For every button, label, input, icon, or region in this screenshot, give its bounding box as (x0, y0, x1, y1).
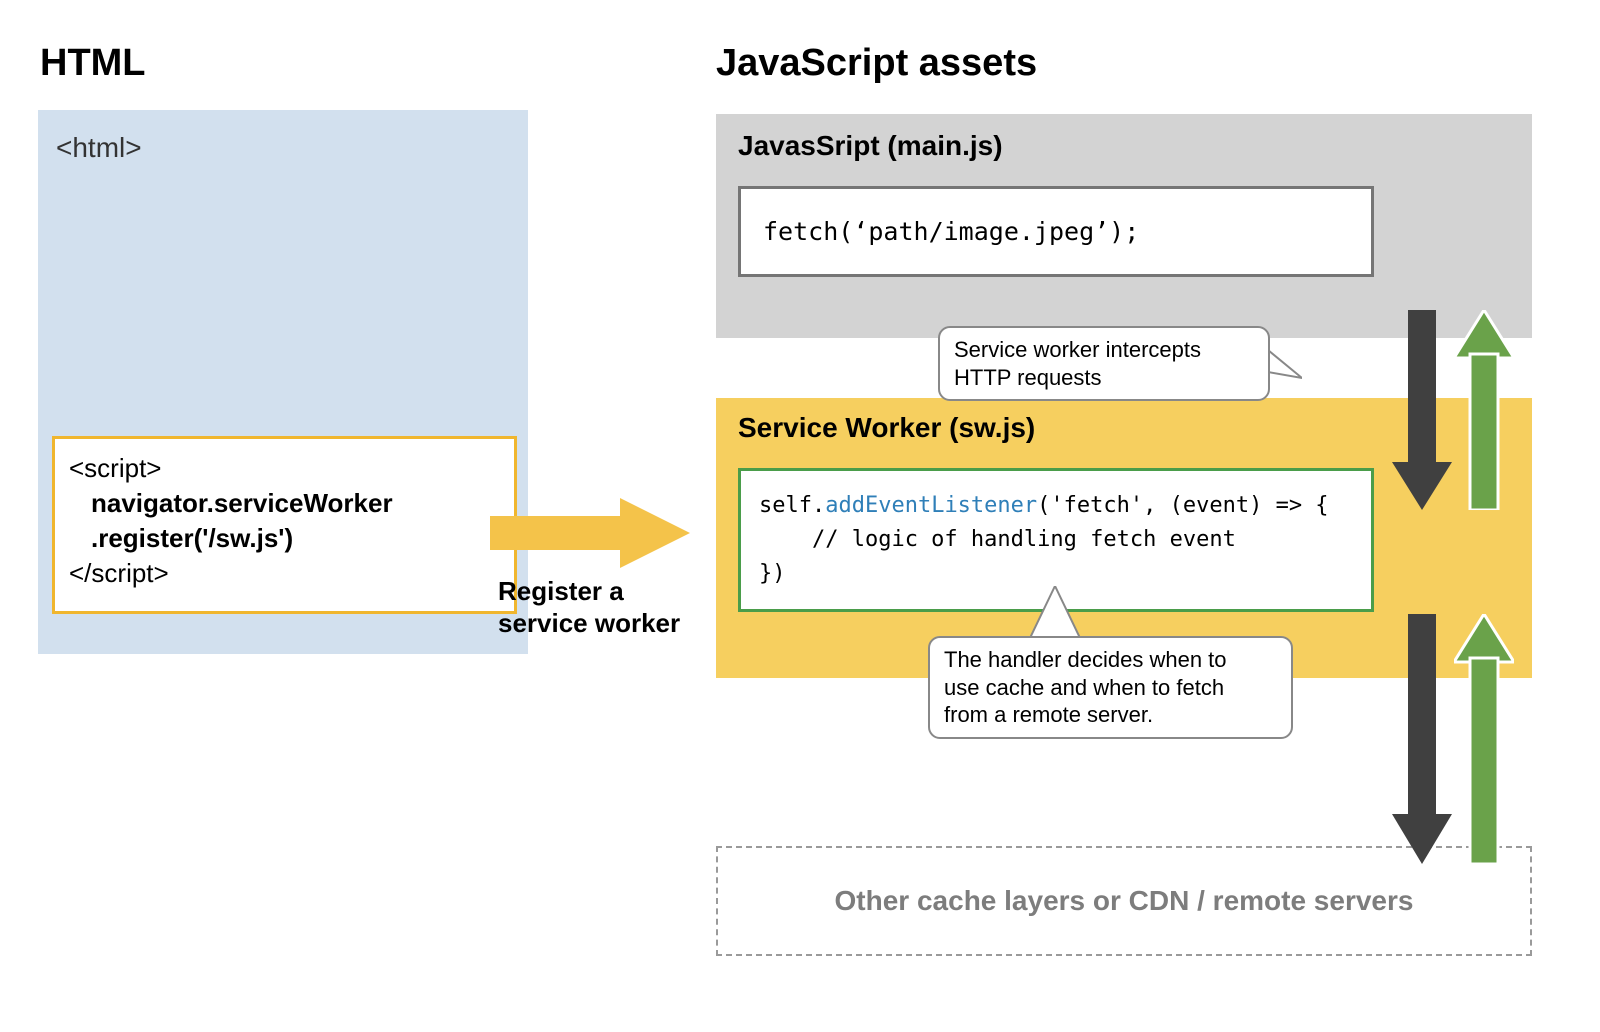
sw-code-line2: // logic of handling fetch event (759, 527, 1236, 552)
callout-handler-tail-icon (1020, 586, 1090, 642)
heading-js-assets: JavaScript assets (716, 42, 1037, 85)
mainjs-title: JavasSript (main.js) (738, 130, 1510, 162)
sw-code-keyword: addEventListener (825, 493, 1037, 518)
arrow-down-sw-to-server-icon (1392, 614, 1452, 864)
heading-html: HTML (40, 42, 146, 85)
arrow-up-sw-to-main-icon (1454, 310, 1514, 510)
arrow-down-main-to-sw-icon (1392, 310, 1452, 510)
script-close-tag: </script> (69, 556, 500, 591)
register-arrow-icon (490, 498, 690, 568)
sw-code-rest1: ('fetch', (event) => { (1037, 493, 1328, 518)
remote-servers-label: Other cache layers or CDN / remote serve… (835, 885, 1414, 917)
sw-code-line3: }) (759, 561, 786, 586)
html-panel: <html> <script> navigator.serviceWorker … (38, 110, 528, 654)
mainjs-panel: JavasSript (main.js) fetch(‘path/image.j… (716, 114, 1532, 338)
script-open-tag: <script> (69, 451, 500, 486)
script-registration-box: <script> navigator.serviceWorker .regist… (52, 436, 517, 614)
script-line-2: .register('/sw.js') (69, 521, 500, 556)
html-open-tag: <html> (56, 132, 142, 164)
fetch-code-box: fetch(‘path/image.jpeg’); (738, 186, 1374, 277)
callout-handler: The handler decides when to use cache an… (928, 636, 1293, 739)
arrow-up-server-to-sw-icon (1454, 614, 1514, 864)
register-label: Register a service worker (498, 576, 728, 639)
sw-code-pre: self. (759, 493, 825, 518)
script-line-1: navigator.serviceWorker (69, 486, 500, 521)
callout-intercept: Service worker intercepts HTTP requests (938, 326, 1270, 401)
